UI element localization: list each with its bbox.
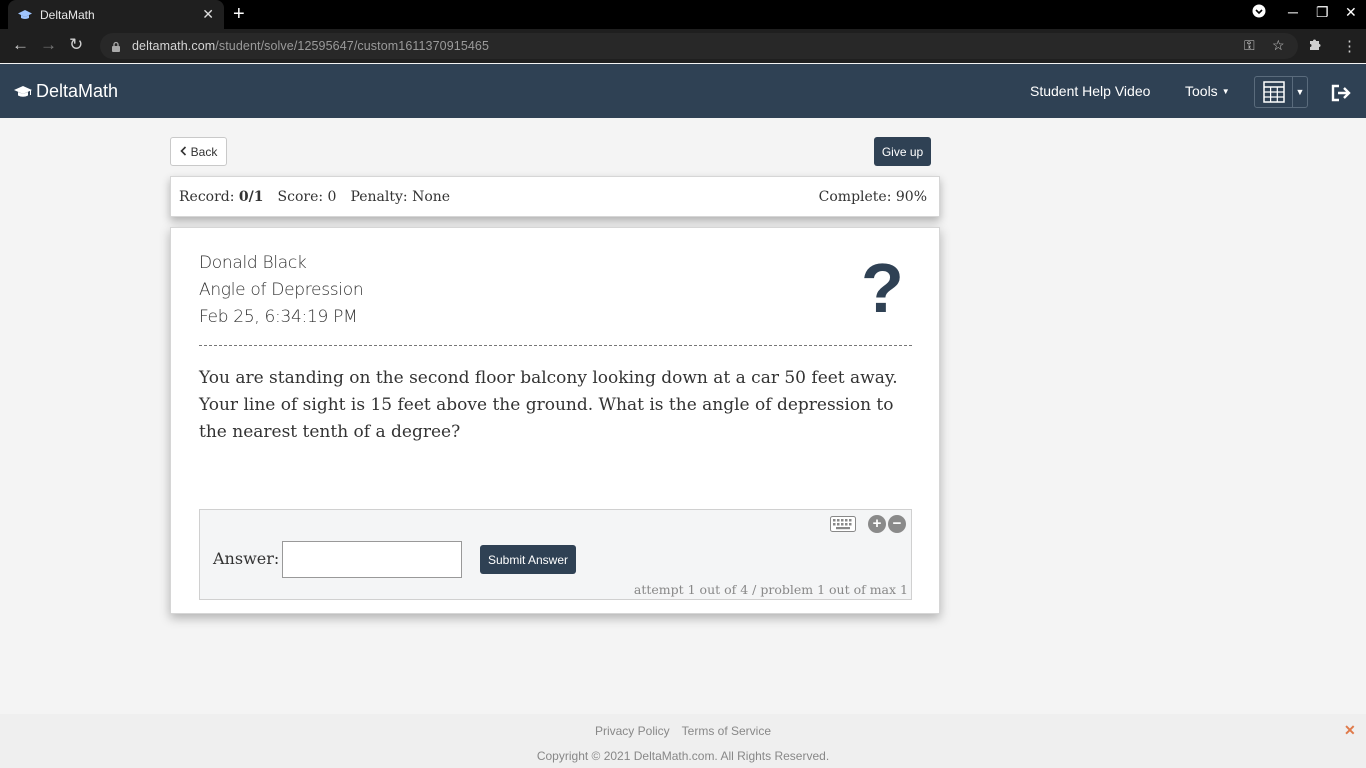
student-name: Donald Black bbox=[199, 253, 307, 273]
student-help-video-link[interactable]: Student Help Video bbox=[1030, 83, 1150, 99]
terms-of-service-link[interactable]: Terms of Service bbox=[682, 724, 771, 738]
calculator-icon[interactable] bbox=[1255, 77, 1293, 107]
keyboard-icon[interactable] bbox=[830, 516, 856, 537]
graduation-cap-icon bbox=[18, 8, 32, 22]
key-icon[interactable]: ⚿ bbox=[1244, 37, 1255, 54]
submit-answer-button[interactable]: Submit Answer bbox=[480, 545, 576, 574]
back-label: Back bbox=[190, 144, 218, 159]
browser-menu-icon[interactable]: ⋮ bbox=[1342, 37, 1357, 55]
calculator-caret-icon[interactable]: ▼ bbox=[1293, 77, 1307, 107]
minimize-icon[interactable]: ─ bbox=[1288, 4, 1298, 20]
zoom-controls: + − bbox=[868, 515, 906, 533]
browser-tab-bar: DeltaMath ✕ + ─ ❐ ✕ bbox=[0, 0, 1366, 29]
privacy-policy-link[interactable]: Privacy Policy bbox=[595, 724, 670, 738]
give-up-button[interactable]: Give up bbox=[874, 137, 931, 166]
score-status: Score: 0 bbox=[277, 189, 337, 205]
forward-arrow-icon[interactable]: → bbox=[40, 36, 57, 54]
browser-tab[interactable]: DeltaMath ✕ bbox=[8, 0, 224, 29]
zoom-in-icon[interactable]: + bbox=[868, 515, 886, 533]
tab-title: DeltaMath bbox=[40, 7, 95, 22]
calculator-button-group: ▼ bbox=[1254, 76, 1308, 108]
answer-panel: + − Answer: Submit Answer attempt 1 out … bbox=[199, 509, 912, 600]
star-icon[interactable]: ☆ bbox=[1272, 37, 1285, 54]
chevron-left-icon bbox=[180, 145, 187, 159]
back-arrow-icon[interactable]: ← bbox=[12, 36, 29, 54]
problem-card: Donald Black Angle of Depression Feb 25,… bbox=[170, 227, 940, 614]
profile-icon[interactable] bbox=[1252, 4, 1266, 21]
copyright-text: Copyright © 2021 DeltaMath.com. All Righ… bbox=[536, 749, 830, 763]
restore-icon[interactable]: ❐ bbox=[1316, 4, 1329, 21]
answer-input[interactable] bbox=[282, 541, 462, 578]
back-button[interactable]: Back bbox=[170, 137, 227, 166]
browser-toolbar: ← → ↻ deltamath.com/student/solve/125956… bbox=[0, 29, 1366, 63]
brand-logo[interactable]: DeltaMath bbox=[14, 81, 118, 102]
site-info-icon[interactable] bbox=[110, 40, 122, 52]
app-header: DeltaMath Student Help Video Tools ▼ ▼ bbox=[0, 64, 1366, 118]
divider bbox=[199, 345, 912, 346]
tab-close-icon[interactable]: ✕ bbox=[202, 6, 214, 23]
window-close-icon[interactable]: ✕ bbox=[1345, 4, 1357, 21]
address-bar[interactable]: deltamath.com/student/solve/12595647/cus… bbox=[100, 33, 1298, 59]
record-status: Record: 0/1 bbox=[179, 189, 264, 205]
graduation-cap-icon bbox=[14, 85, 32, 99]
page-footer: Privacy Policy Terms of Service Copyrigh… bbox=[0, 714, 1366, 768]
tools-dropdown[interactable]: Tools ▼ bbox=[1185, 83, 1230, 99]
brand-name: DeltaMath bbox=[36, 81, 119, 101]
penalty-status: Penalty: None bbox=[350, 189, 451, 205]
logout-icon[interactable] bbox=[1330, 84, 1352, 107]
extensions-puzzle-icon[interactable] bbox=[1308, 37, 1323, 56]
zoom-out-icon[interactable]: − bbox=[888, 515, 906, 533]
footer-close-icon[interactable]: ✕ bbox=[1344, 722, 1356, 739]
complete-status: Complete: 90% bbox=[818, 189, 927, 205]
attempt-counter: attempt 1 out of 4 / problem 1 out of ma… bbox=[633, 582, 908, 597]
question-mark-icon[interactable]: ? bbox=[861, 248, 904, 328]
new-tab-icon[interactable]: + bbox=[233, 3, 245, 25]
record-bar: Record: 0/1 Score: 0 Penalty: None Compl… bbox=[170, 176, 940, 217]
reload-icon[interactable]: ↻ bbox=[69, 36, 83, 54]
caret-down-icon: ▼ bbox=[1221, 86, 1230, 96]
tools-label: Tools bbox=[1185, 83, 1218, 99]
url-text: deltamath.com/student/solve/12595647/cus… bbox=[132, 39, 490, 53]
problem-topic: Angle of Depression bbox=[199, 280, 364, 300]
problem-text: You are standing on the second floor bal… bbox=[199, 368, 898, 442]
answer-label: Answer: bbox=[213, 549, 280, 568]
problem-meta: Donald Black Angle of Depression Feb 25,… bbox=[199, 250, 364, 331]
problem-timestamp: Feb 25, 6:34:19 PM bbox=[199, 307, 358, 327]
